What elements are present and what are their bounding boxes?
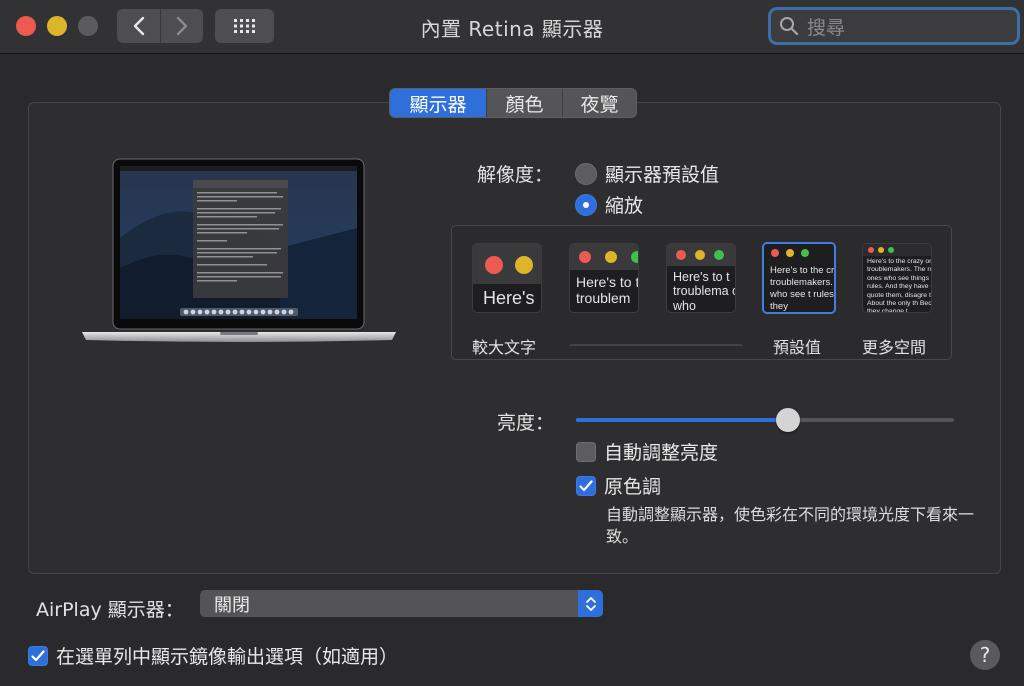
minimize-button[interactable] [47,16,67,36]
true-tone-description: 自動調整顯示器，使色彩在不同的環境光度下看來一致。 [606,505,975,546]
checkbox[interactable] [576,441,596,462]
tab-bar: 顯示器 顏色 夜覽 [389,88,637,118]
search-placeholder: 搜尋 [807,16,846,39]
true-tone-label: 原色調 [604,476,662,498]
true-tone-checkbox-row[interactable]: 原色調 [576,472,661,499]
close-button[interactable] [16,16,36,36]
scale-divider [570,344,742,346]
search-icon [780,17,799,36]
checkmark-icon [579,479,593,491]
scale-preview-text: Here's [483,288,535,308]
popup-arrows[interactable] [578,590,603,617]
radio-button[interactable] [575,162,597,185]
grid-icon [233,19,255,33]
chevron-left-icon [133,16,144,36]
macbook-illustration [82,158,396,342]
radio-label-scaled: 縮放 [605,195,644,217]
forward-button[interactable] [160,9,203,43]
radio-button-selected[interactable] [575,193,597,216]
brightness-slider-fill [576,418,788,422]
scale-label-larger-text: 較大文字 [472,338,537,357]
resolution-label: 解像度： [477,164,554,186]
scale-option-more-space[interactable]: Here's to the crazy one troublemakers. T… [862,243,932,313]
scale-option-default[interactable]: Here's to the cr troublemakers. ones who… [762,242,836,314]
tab-display[interactable]: 顯示器 [390,89,486,117]
auto-brightness-label: 自動調整亮度 [604,442,719,464]
scale-option-2[interactable]: Here's to t troublem [569,243,639,313]
question-icon: ? [979,643,991,667]
brightness-slider[interactable] [576,408,954,432]
tab-night-shift[interactable]: 夜覽 [562,89,636,117]
airplay-popup[interactable]: 關閉 [200,590,603,617]
scale-label-more-space: 更多空間 [862,338,927,357]
tab-color[interactable]: 顏色 [486,89,562,117]
checkmark-icon [31,649,45,661]
back-button[interactable] [117,9,160,43]
show-all-button[interactable] [215,9,274,43]
search-field[interactable]: 搜尋 [768,7,1020,45]
brightness-slider-knob[interactable] [775,408,800,432]
scale-options-box: Here's Here's to t troublem Here's to t … [451,225,952,360]
scale-preview-text: Here's to the cr troublemakers. ones who… [770,265,836,312]
navigation-group [117,9,203,43]
help-button[interactable]: ? [970,640,1000,670]
airplay-value: 關閉 [214,594,250,616]
brightness-label: 亮度： [497,412,555,434]
chevron-right-icon [176,16,188,36]
scale-preview-text: Here's to the crazy one troublemakers. T… [867,258,932,313]
window-title: 內置 Retina 顯示器 [420,17,604,41]
scale-option-3[interactable]: Here's to t troublema ones who [666,243,736,313]
checkbox-checked[interactable] [576,475,596,496]
title-bar: 內置 Retina 顯示器 搜尋 [0,0,1024,54]
scale-preview-text: Here's to t troublema ones who [673,270,735,313]
auto-brightness-checkbox-row[interactable]: 自動調整亮度 [576,438,718,465]
scale-option-larger-text[interactable]: Here's [472,243,542,313]
airplay-label: AirPlay 顯示器： [36,599,184,621]
mirroring-checkbox-row[interactable]: 在選單列中顯示鏡像輸出選項（如適用） [28,642,398,669]
scale-label-default: 預設值 [773,338,822,357]
radio-scaled[interactable]: 縮放 [575,191,643,218]
scale-preview-text: Here's to t troublem [576,274,639,307]
mirroring-label: 在選單列中顯示鏡像輸出選項（如適用） [56,646,399,668]
radio-default-for-display[interactable]: 顯示器預設值 [575,160,719,187]
radio-label-default: 顯示器預設值 [605,164,720,186]
zoom-button[interactable] [78,16,98,36]
updown-chevron-icon [585,596,596,611]
checkbox-checked[interactable] [28,645,48,666]
